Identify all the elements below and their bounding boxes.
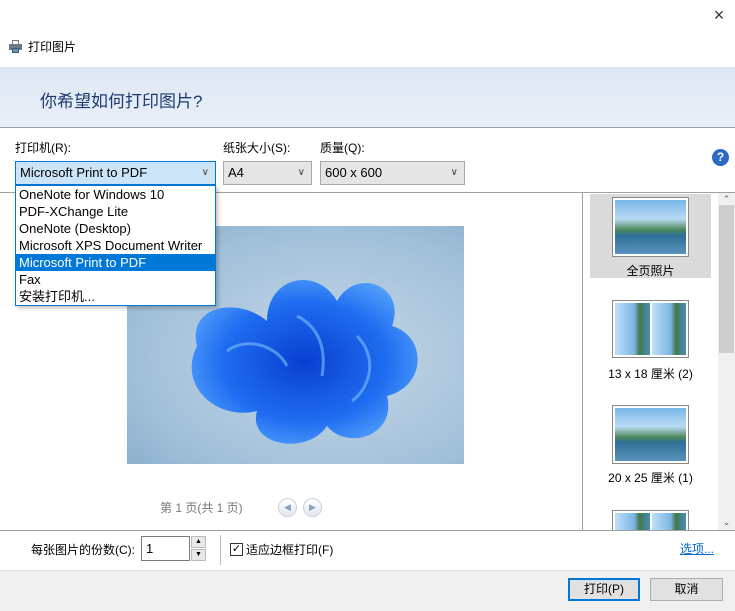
printer-icon	[9, 40, 22, 53]
title-bar: 打印图片	[9, 38, 76, 55]
print-button[interactable]: 打印(P)	[568, 578, 640, 601]
landscape-thumbnail	[612, 405, 689, 464]
paper-selected: A4	[228, 165, 244, 180]
fit-to-frame-checkbox[interactable]: ✓ 适应边框打印(F)	[230, 541, 333, 558]
scroll-down-icon[interactable]: ⌄	[718, 517, 735, 528]
printer-dropdown-list: OneNote for Windows 10 PDF-XChange Lite …	[15, 185, 216, 306]
page-indicator: 第 1 页(共 1 页)	[160, 501, 243, 515]
divider	[582, 192, 735, 193]
window-title: 打印图片	[28, 40, 77, 54]
quality-selected: 600 x 600	[325, 165, 383, 180]
layout-label: 20 x 25 厘米 (1)	[608, 471, 693, 485]
printer-option[interactable]: Fax	[16, 271, 215, 288]
landscape-thumbnail	[612, 197, 689, 257]
layout-scrollbar[interactable]: ⌃ ⌄	[718, 193, 735, 530]
layout-label: 全页照片	[626, 264, 675, 278]
layout-13x18[interactable]: 13 x 18 厘米 (2)	[590, 300, 711, 382]
divider	[220, 535, 221, 565]
checkmark-icon[interactable]: ✓	[230, 543, 243, 556]
scroll-up-icon[interactable]: ⌃	[718, 194, 735, 205]
printer-option[interactable]: OneNote (Desktop)	[16, 220, 215, 237]
quality-select[interactable]: 600 x 600 ∨	[320, 161, 465, 185]
two-up-thumbnail	[612, 300, 689, 358]
printer-label: 打印机(R):	[15, 141, 71, 155]
previous-page-button[interactable]: ◀	[278, 498, 297, 517]
header-band: 你希望如何打印图片?	[0, 67, 735, 128]
help-icon[interactable]: ?	[712, 149, 729, 166]
chevron-down-icon: ∨	[297, 167, 305, 178]
next-page-button[interactable]: ▶	[303, 498, 322, 517]
printer-option[interactable]: Microsoft XPS Document Writer	[16, 237, 215, 254]
thumbnail	[612, 510, 689, 530]
layout-more[interactable]	[590, 510, 711, 530]
layout-label: 13 x 18 厘米 (2)	[608, 367, 693, 381]
close-button[interactable]: ×	[708, 4, 730, 26]
divider	[582, 192, 583, 530]
divider	[0, 530, 735, 531]
options-link[interactable]: 选项...	[680, 540, 714, 557]
fit-to-frame-label: 适应边框打印(F)	[246, 543, 334, 557]
cancel-button[interactable]: 取消	[650, 578, 723, 601]
copies-increment-button[interactable]: ▲	[191, 536, 206, 548]
header-question: 你希望如何打印图片?	[40, 92, 203, 111]
chevron-down-icon: ∨	[201, 167, 209, 178]
copies-decrement-button[interactable]: ▼	[191, 549, 206, 561]
paper-size-label: 纸张大小(S):	[223, 141, 291, 155]
printer-select[interactable]: Microsoft Print to PDF ∨	[15, 161, 216, 185]
printer-option-selected[interactable]: Microsoft Print to PDF	[16, 254, 215, 271]
copies-input[interactable]	[141, 536, 190, 561]
layout-full-page[interactable]: 全页照片	[590, 194, 711, 278]
install-printer-option[interactable]: 安装打印机...	[16, 288, 215, 305]
paper-size-select[interactable]: A4 ∨	[223, 161, 312, 185]
printer-selected: Microsoft Print to PDF	[20, 165, 148, 180]
scrollbar-thumb[interactable]	[719, 205, 734, 353]
printer-option[interactable]: PDF-XChange Lite	[16, 203, 215, 220]
copies-label: 每张图片的份数(C):	[31, 543, 135, 557]
quality-label: 质量(Q):	[320, 141, 365, 155]
printer-option[interactable]: OneNote for Windows 10	[16, 186, 215, 203]
layout-20x25[interactable]: 20 x 25 厘米 (1)	[590, 405, 711, 486]
chevron-down-icon: ∨	[450, 167, 458, 178]
